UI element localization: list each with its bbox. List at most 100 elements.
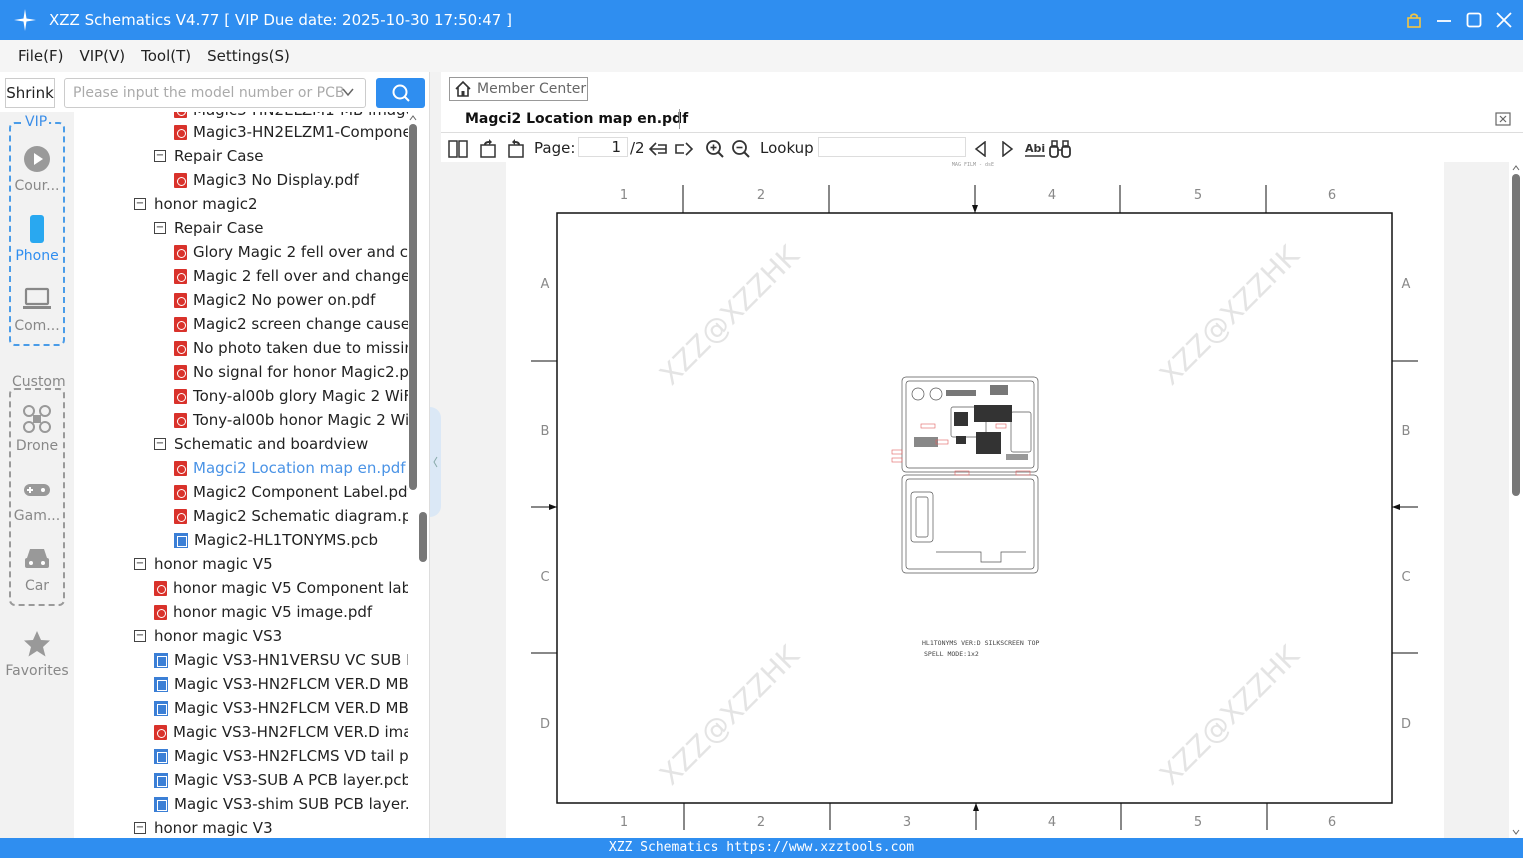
tree-folder[interactable]: − Repair Case bbox=[154, 216, 264, 240]
tree-file[interactable]: honor magic V5 Component labeli bbox=[154, 576, 408, 600]
minimize-icon[interactable] bbox=[1435, 11, 1453, 29]
tree-item-label: Tony-al00b honor Magic 2 WiFi bbox=[193, 411, 408, 429]
previous-page-icon[interactable] bbox=[647, 138, 669, 160]
tree-folder[interactable]: − honor magic VS3 bbox=[134, 624, 282, 648]
binoculars-icon[interactable] bbox=[1049, 138, 1071, 160]
zoom-out-icon[interactable] bbox=[730, 138, 752, 160]
tree-file[interactable]: Magic VS3-HN2FLCMS VD tail plug bbox=[154, 744, 408, 768]
pdf-file-icon bbox=[174, 124, 187, 140]
category-label: Cour... bbox=[14, 178, 60, 194]
category-favorites[interactable]: Favorites bbox=[0, 629, 74, 679]
tab-active-document[interactable]: Magci2 Location map en.pdf bbox=[465, 111, 688, 127]
row-label-right: C bbox=[1401, 570, 1410, 585]
tree-file[interactable]: Magic2 Schematic diagram.pdf bbox=[174, 504, 408, 528]
tree-item-label: Magic3-HN2ELZM1-MB image.pdf bbox=[193, 112, 408, 119]
pdf-page: MAG FILM - dsE 1 2 4 5 6 1 2 3 4 5 6 A B… bbox=[506, 162, 1444, 838]
tree-file[interactable]: Magic3 No Display.pdf bbox=[174, 168, 359, 192]
collapse-toggle-icon[interactable]: − bbox=[154, 150, 166, 162]
search-button[interactable] bbox=[376, 78, 425, 108]
tree-scroll-thumb[interactable] bbox=[417, 512, 429, 564]
menu-tool[interactable]: Tool(T) bbox=[141, 47, 191, 65]
tree-file[interactable]: Magic2-HL1TONYMS.pcb bbox=[174, 528, 378, 552]
match-case-icon[interactable]: Abi bbox=[1023, 138, 1047, 160]
rotate-left-icon[interactable] bbox=[477, 138, 499, 160]
member-center-button[interactable]: Member Center bbox=[449, 77, 588, 101]
category-courses[interactable]: Cour... bbox=[0, 144, 74, 194]
collapse-handle[interactable] bbox=[430, 407, 441, 517]
menu-vip[interactable]: VIP(V) bbox=[79, 47, 125, 65]
page-number-input[interactable]: 1 bbox=[578, 137, 628, 157]
collapse-toggle-icon[interactable]: − bbox=[134, 822, 146, 834]
tree-file[interactable]: Magic VS3-HN2FLCM VER.D image bbox=[154, 720, 408, 744]
tree-folder[interactable]: − Schematic and boardview bbox=[154, 432, 368, 456]
menu-settings[interactable]: Settings(S) bbox=[207, 47, 290, 65]
tree-file[interactable]: Magic2 Component Label.pdf bbox=[174, 480, 408, 504]
tree-file[interactable]: Magic2 screen change causes tl bbox=[174, 312, 408, 336]
tree-item-label: Magic VS3-HN2FLCM VER.D image bbox=[173, 723, 408, 741]
tree-file[interactable]: Tony-al00b honor Magic 2 WiFi bbox=[174, 408, 408, 432]
collapse-toggle-icon[interactable]: − bbox=[134, 558, 146, 570]
tree-file[interactable]: No photo taken due to missing bbox=[174, 336, 408, 360]
svg-text:Abi: Abi bbox=[1025, 142, 1045, 155]
zoom-in-icon[interactable] bbox=[704, 138, 726, 160]
document-scrollbar[interactable] bbox=[1509, 162, 1523, 838]
col-label-bottom: 2 bbox=[757, 815, 765, 830]
collapse-toggle-icon[interactable]: − bbox=[154, 438, 166, 450]
category-car[interactable]: Car bbox=[0, 544, 74, 594]
tree-folder[interactable]: − honor magic2 bbox=[134, 192, 258, 216]
tree-file[interactable]: Magic VS3-HN1VERSU VC SUB PCE bbox=[154, 648, 408, 672]
tree-file[interactable]: No signal for honor Magic2.pdf bbox=[174, 360, 408, 384]
find-previous-icon[interactable] bbox=[970, 138, 992, 160]
pcb-file-icon bbox=[154, 748, 168, 764]
col-label-bottom: 5 bbox=[1194, 815, 1202, 830]
search-icon bbox=[392, 84, 410, 102]
scroll-up-icon[interactable] bbox=[1509, 162, 1523, 174]
tree-file[interactable]: Magic VS3-HN2FLCM VER.D MB P( bbox=[154, 672, 408, 696]
maximize-icon[interactable] bbox=[1465, 11, 1483, 29]
chevron-down-icon[interactable] bbox=[341, 85, 355, 99]
lock-icon[interactable] bbox=[1405, 11, 1423, 29]
tree-file[interactable]: Magic2 No power on.pdf bbox=[174, 288, 375, 312]
find-next-icon[interactable] bbox=[996, 138, 1018, 160]
tree-file[interactable]: honor magic V5 image.pdf bbox=[154, 600, 372, 624]
document-scroll-thumb[interactable] bbox=[1512, 174, 1520, 496]
pcb-file-icon bbox=[174, 532, 188, 548]
pane-splitter[interactable] bbox=[430, 72, 441, 838]
document-tab-row: Magci2 Location map en.pdf bbox=[441, 105, 1523, 133]
next-page-icon[interactable] bbox=[673, 138, 695, 160]
tree-file[interactable]: Magic 2 fell over and changed t bbox=[174, 264, 408, 288]
category-computer[interactable]: Com... bbox=[0, 284, 74, 334]
rotate-right-icon[interactable] bbox=[505, 138, 527, 160]
tree-file[interactable]: Magic VS3-shim SUB PCB layer.pcb bbox=[154, 792, 408, 816]
category-drone[interactable]: Drone bbox=[0, 404, 74, 454]
category-phone[interactable]: Phone bbox=[0, 214, 74, 264]
tree-file[interactable]: Magci2 Location map en.pdf bbox=[174, 456, 406, 480]
page-label: Page: bbox=[534, 139, 576, 157]
document-area[interactable]: MAG FILM - dsE 1 2 4 5 6 1 2 3 4 5 6 A B… bbox=[441, 162, 1509, 838]
search-input[interactable]: Please input the model number or PCB bbox=[64, 78, 366, 108]
tree-folder[interactable]: − honor magic V5 bbox=[134, 552, 273, 576]
tree-item-label: honor magic V5 Component labeli bbox=[173, 579, 408, 597]
collapse-toggle-icon[interactable]: − bbox=[134, 198, 146, 210]
tree-file[interactable]: Tony-al00b glory Magic 2 WiFi c bbox=[174, 384, 408, 408]
tree-item-label: Repair Case bbox=[174, 219, 264, 237]
tree-file[interactable]: Magic VS3-HN2FLCM VER.D MB+S bbox=[154, 696, 408, 720]
close-icon[interactable] bbox=[1495, 11, 1513, 29]
tree-item-label: Magic2 Schematic diagram.pdf bbox=[193, 507, 408, 525]
tree-file[interactable]: Magic VS3-SUB A PCB layer.pcb bbox=[154, 768, 408, 792]
menu-file[interactable]: File(F) bbox=[18, 47, 63, 65]
pdf-file-icon bbox=[174, 316, 187, 332]
collapse-toggle-icon[interactable]: − bbox=[134, 630, 146, 642]
shrink-button[interactable]: Shrink bbox=[5, 78, 55, 108]
tree-file[interactable]: Magic3-HN2ELZM1-Component e bbox=[174, 120, 408, 144]
scroll-down-icon[interactable] bbox=[1509, 826, 1523, 838]
tree-scrollbar[interactable] bbox=[408, 112, 418, 838]
two-page-view-icon[interactable] bbox=[447, 138, 469, 160]
lookup-input[interactable] bbox=[818, 137, 966, 157]
tree-folder[interactable]: − Repair Case bbox=[154, 144, 264, 168]
collapse-toggle-icon[interactable]: − bbox=[154, 222, 166, 234]
tree-folder[interactable]: − honor magic V3 bbox=[134, 816, 273, 838]
tree-file[interactable]: Glory Magic 2 fell over and char bbox=[174, 240, 408, 264]
category-game[interactable]: Gam... bbox=[0, 474, 74, 524]
close-tab-icon[interactable] bbox=[1495, 111, 1511, 127]
